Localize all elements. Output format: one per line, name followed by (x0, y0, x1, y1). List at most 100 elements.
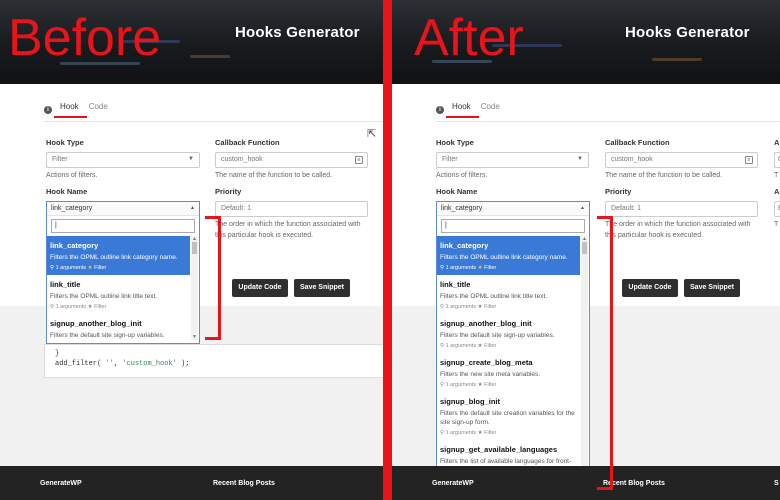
partial-field[interactable]: E (774, 201, 780, 217)
highlight-bracket (205, 216, 221, 340)
save-snippet-button[interactable]: Save Snippet (294, 279, 350, 297)
hook-options-list: ▲ ▼ link_category Filters the OPML outli… (47, 236, 199, 340)
before-label: Before (8, 9, 162, 67)
partial-hint: T (774, 221, 779, 228)
chevron-down-icon: ▼ (577, 156, 583, 162)
site-footer: GenerateWP Recent Blog Posts (0, 466, 383, 500)
callback-hint: The name of the function to be called. (605, 172, 723, 179)
scrollbar-thumb (192, 242, 197, 254)
hook-type-select[interactable]: Filter ▼ (436, 152, 589, 168)
code-line: } (55, 350, 60, 358)
scrollbar-thumb (582, 242, 587, 254)
highlight-bracket (597, 216, 613, 490)
hook-name-selected[interactable]: link_category ▲ (47, 202, 199, 216)
before-panel: Before Hooks Generator i Hook Code Hook … (0, 0, 383, 500)
star-icon: ★ (477, 304, 483, 310)
hook-name-selected[interactable]: link_category ▲ (437, 202, 589, 216)
footer-heading-partial: S (774, 480, 779, 487)
callback-input[interactable]: custom_hook ≡ (215, 152, 368, 168)
list-icon[interactable]: ≡ (355, 156, 363, 164)
info-icon[interactable]: i (44, 106, 52, 114)
hook-option[interactable]: link_title Filters the OPML outline link… (47, 275, 190, 314)
partial-hint: T (774, 172, 779, 179)
priority-input[interactable]: Default: 1 (215, 201, 368, 217)
tab-divider (436, 121, 780, 122)
hook-type-value: Filter (52, 156, 68, 163)
callback-placeholder: custom_hook (221, 156, 263, 163)
hook-option[interactable]: link_category Filters the OPML outline l… (437, 236, 580, 275)
partial-field[interactable]: C (774, 152, 780, 168)
tab-code[interactable]: Code (87, 102, 110, 118)
comparison-divider (383, 0, 392, 500)
hook-name-label: Hook Name (46, 187, 88, 196)
update-code-button[interactable]: Update Code (622, 279, 678, 297)
page-title: Hooks Generator (235, 24, 360, 41)
partial-label: A (774, 138, 780, 147)
mouse-cursor-icon: ⇱ (367, 128, 377, 140)
star-icon: ★ (477, 343, 483, 349)
tab-code[interactable]: Code (479, 102, 502, 118)
hook-name-dropdown[interactable]: link_category ▲ | ▲ ▼ link_category Filt… (46, 201, 200, 344)
hook-type-select[interactable]: Filter ▼ (46, 152, 200, 168)
tab-hook[interactable]: Hook (54, 102, 87, 118)
pin-icon: ⚲ (50, 304, 55, 310)
comparison-screenshot: Before Hooks Generator i Hook Code Hook … (0, 0, 780, 500)
hook-search-input[interactable]: | (51, 219, 195, 233)
code-output: } add_filter( '', 'custom_hook' ); (44, 344, 383, 378)
pin-icon: ⚲ (440, 265, 445, 271)
hook-option[interactable]: signup_blog_init Filters the default sit… (437, 392, 580, 440)
scroll-down-icon: ▼ (192, 334, 197, 340)
hook-options-list: ▲ ▼ link_category Filters the OPML outli… (437, 236, 589, 484)
hook-search-input[interactable]: | (441, 219, 585, 233)
priority-placeholder: Default: 1 (611, 205, 641, 212)
update-code-button[interactable]: Update Code (232, 279, 288, 297)
page-title: Hooks Generator (625, 24, 750, 41)
star-icon: ★ (477, 430, 483, 436)
hook-option[interactable]: signup_create_blog_meta Filters the new … (437, 353, 580, 392)
pin-icon: ⚲ (440, 382, 445, 388)
hook-type-hint: Actions of filters. (436, 172, 488, 179)
list-icon[interactable]: ≡ (745, 156, 753, 164)
partial-label: A (774, 187, 780, 196)
dropdown-scrollbar[interactable]: ▲ ▼ (191, 236, 198, 340)
callback-hint: The name of the function to be called. (215, 172, 333, 179)
hook-option[interactable]: link_category Filters the OPML outline l… (47, 236, 190, 275)
footer-brand: GenerateWP (432, 480, 474, 487)
priority-input[interactable]: Default: 1 (605, 201, 758, 217)
star-icon: ★ (87, 265, 93, 271)
hook-name-dropdown[interactable]: link_category ▲ | ▲ ▼ link_category Filt… (436, 201, 590, 488)
hook-type-value: Filter (442, 156, 458, 163)
callback-input[interactable]: custom_hook ≡ (605, 152, 758, 168)
code-line: add_filter( '', 'custom_hook' ); (55, 360, 190, 368)
star-icon: ★ (477, 382, 483, 388)
hook-type-hint: Actions of filters. (46, 172, 98, 179)
info-icon[interactable]: i (436, 106, 444, 114)
hook-option[interactable]: link_title Filters the OPML outline link… (437, 275, 580, 314)
callback-label: Callback Function (215, 138, 280, 147)
priority-label: Priority (215, 187, 242, 196)
chevron-down-icon: ▼ (188, 156, 194, 162)
hook-type-label: Hook Type (436, 138, 474, 147)
priority-placeholder: Default: 1 (221, 205, 251, 212)
chevron-up-icon: ▲ (190, 205, 195, 211)
callback-label: Callback Function (605, 138, 670, 147)
save-snippet-button[interactable]: Save Snippet (684, 279, 740, 297)
dropdown-scrollbar[interactable]: ▲ ▼ (581, 236, 588, 484)
footer-brand: GenerateWP (40, 480, 82, 487)
star-icon: ★ (477, 265, 483, 271)
tab-bar: i Hook Code (44, 102, 110, 118)
callback-placeholder: custom_hook (611, 156, 653, 163)
pin-icon: ⚲ (440, 430, 445, 436)
pin-icon: ⚲ (440, 304, 445, 310)
priority-hint: The order in which the function associat… (215, 221, 361, 239)
tab-hook[interactable]: Hook (446, 102, 479, 118)
priority-label: Priority (605, 187, 632, 196)
tab-divider (44, 121, 383, 122)
pin-icon: ⚲ (50, 265, 55, 271)
priority-hint: The order in which the function associat… (605, 221, 751, 239)
hook-type-label: Hook Type (46, 138, 84, 147)
hook-option[interactable]: signup_another_blog_init Filters the def… (437, 314, 580, 353)
after-label: After (414, 9, 524, 67)
tab-bar: i Hook Code (436, 102, 502, 118)
hook-option[interactable]: signup_another_blog_init Filters the def… (47, 314, 190, 340)
